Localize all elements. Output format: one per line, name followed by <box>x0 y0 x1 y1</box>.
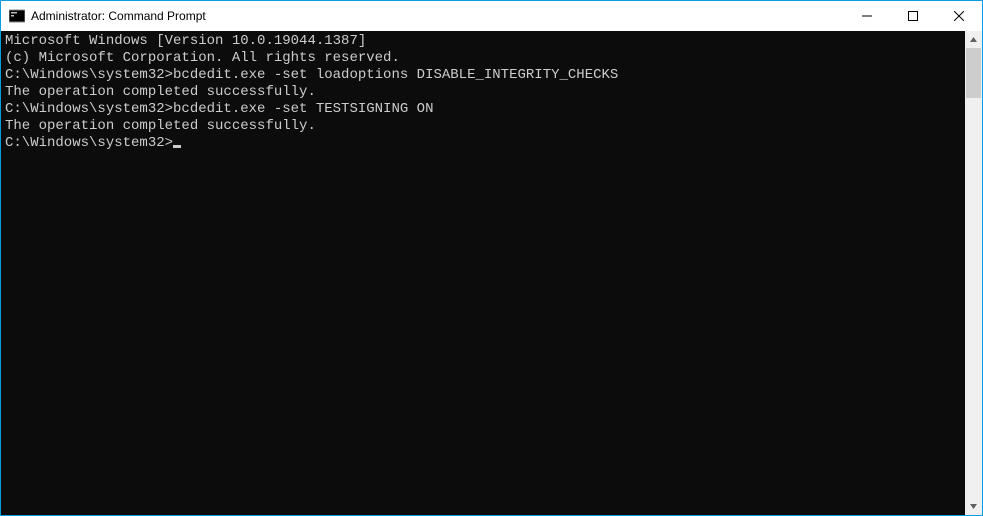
vertical-scrollbar[interactable] <box>965 31 982 515</box>
cursor <box>173 145 181 148</box>
scrollbar-thumb[interactable] <box>966 48 981 98</box>
minimize-button[interactable] <box>844 1 890 31</box>
terminal-line: C:\Windows\system32> <box>5 135 965 152</box>
terminal-line: (c) Microsoft Corporation. All rights re… <box>5 50 965 67</box>
terminal-line: The operation completed successfully. <box>5 84 965 101</box>
terminal-line: C:\Windows\system32>bcdedit.exe -set loa… <box>5 67 965 84</box>
window: Administrator: Command Prompt Microsoft … <box>0 0 983 516</box>
window-controls <box>844 1 982 31</box>
maximize-button[interactable] <box>890 1 936 31</box>
scroll-down-button[interactable] <box>965 498 982 515</box>
terminal-line: The operation completed successfully. <box>5 118 965 135</box>
scrollbar-track[interactable] <box>965 48 982 498</box>
titlebar[interactable]: Administrator: Command Prompt <box>1 1 982 31</box>
terminal-output[interactable]: Microsoft Windows [Version 10.0.19044.13… <box>1 31 965 515</box>
cmd-icon <box>9 8 25 24</box>
terminal-line: C:\Windows\system32>bcdedit.exe -set TES… <box>5 101 965 118</box>
close-button[interactable] <box>936 1 982 31</box>
client-area: Microsoft Windows [Version 10.0.19044.13… <box>1 31 982 515</box>
terminal-line: Microsoft Windows [Version 10.0.19044.13… <box>5 33 965 50</box>
scroll-up-button[interactable] <box>965 31 982 48</box>
window-title: Administrator: Command Prompt <box>31 1 206 31</box>
